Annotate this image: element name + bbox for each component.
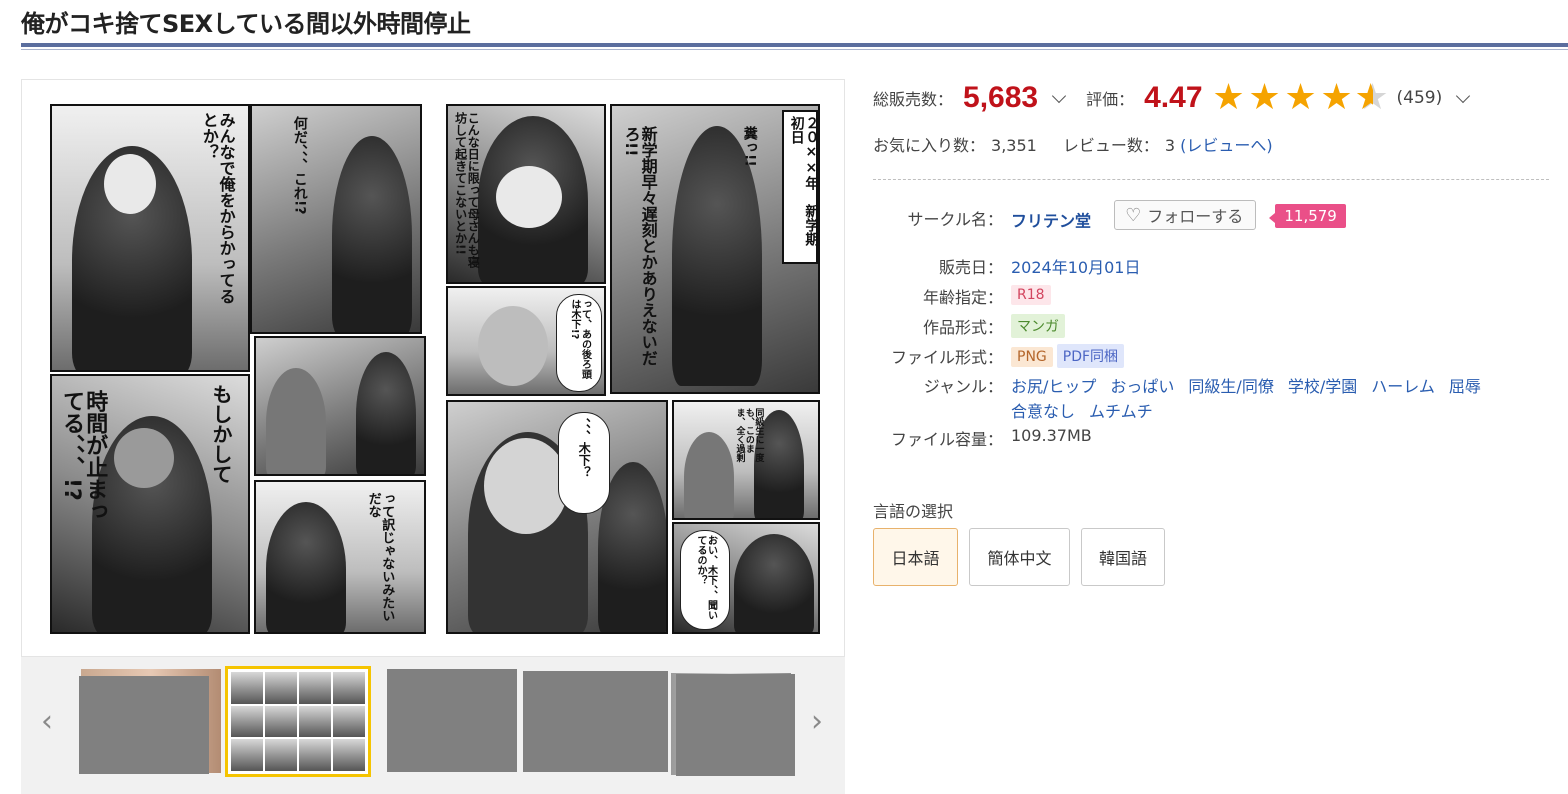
file-format-label: ファイル形式：	[890, 348, 1003, 367]
reviews-count: 3	[1164, 136, 1176, 155]
manga-text: 糞っ!!	[741, 126, 758, 167]
manga-caption: ２０××年 新学期初日	[782, 110, 818, 264]
reviews-link[interactable]: (レビューへ)	[1180, 136, 1273, 155]
manga-panel	[254, 336, 426, 476]
speech-bubble: 、、、木下？	[558, 412, 610, 514]
divider	[873, 179, 1549, 180]
follow-button[interactable]: ♡ フォローする	[1114, 200, 1257, 230]
page-title: 俺がコキ捨てSEXしている間以外時間停止	[21, 10, 471, 38]
age-label: 年齢指定：	[922, 288, 1003, 307]
manga-panel: こんな日に限って母さんも寝坊して起きてこないとか!!	[446, 104, 606, 284]
circle-row: サークル名： フリテン堂 ♡ フォローする 11,579	[873, 200, 1553, 236]
release-date-link[interactable]: 2024年10月01日	[1011, 254, 1140, 278]
manga-panel: 新学期早々遅刻とかありえないだろ!! 糞っ!! ２０××年 新学期初日	[610, 104, 820, 394]
manga-panel: 何だ、、、これ!?	[250, 104, 422, 334]
speech-bubble: おい、木下、、聞いてるのか？	[680, 530, 730, 630]
manga-text: って訳じゃないみたいだな	[365, 492, 395, 622]
file-format-row: ファイル形式： PNG PDF同梱	[873, 344, 1553, 368]
genre-link[interactable]: 合意なし	[1011, 402, 1075, 421]
manga-panel: って訳じゃないみたいだな	[254, 480, 426, 634]
genre-link[interactable]: 学校/学園	[1288, 377, 1357, 396]
thumbnail-placeholder[interactable]	[523, 671, 668, 772]
circle-name-link[interactable]: フリテン堂	[1011, 212, 1091, 231]
size-label: ファイル容量：	[890, 430, 1003, 449]
speech-bubble: って、あの後ろ頭は木下!?	[556, 294, 602, 392]
genre-label: ジャンル：	[923, 377, 1003, 396]
genre-link[interactable]: 同級生/同僚	[1188, 377, 1273, 396]
genre-link[interactable]: おっぱい	[1110, 377, 1174, 396]
file-size: 109.37MB	[1011, 426, 1092, 445]
sales-count: 5,683	[963, 81, 1039, 114]
manga-panel: 、、、木下？	[446, 400, 668, 634]
heart-icon: ♡	[1125, 204, 1142, 226]
rating-count: (459)	[1396, 88, 1443, 108]
title-divider-thin	[21, 49, 1568, 50]
rating-value: 4.47	[1144, 81, 1203, 114]
half-star-icon: ★	[1355, 80, 1391, 117]
genre-row: ジャンル： お尻/ヒップ おっぱい 同級生/同僚 学校/学園 ハーレム 屈辱合意なし ムチム…	[873, 374, 1553, 424]
language-option-korean[interactable]: 韓国語	[1081, 528, 1165, 586]
thumbnail-placeholder[interactable]	[676, 674, 795, 776]
language-option-japanese[interactable]: 日本語	[873, 528, 958, 586]
reviews-label: レビュー数：	[1062, 136, 1159, 155]
manga-panel: って、あの後ろ頭は木下!?	[446, 286, 606, 396]
genre-link[interactable]: お尻/ヒップ	[1011, 377, 1096, 396]
format-label: 作品形式：	[922, 318, 1003, 337]
favorites-label: お気に入り数：	[873, 136, 986, 155]
sales-label: 総販売数：	[873, 90, 954, 109]
main-image[interactable]: みんなで俺をからかってるとか？ 何だ、、、これ!? こんな日に限って母さんも寝坊…	[21, 79, 845, 657]
chevron-right-icon[interactable]: ›	[807, 707, 827, 737]
rating-stars: ★ ★ ★ ★ ★	[1211, 77, 1391, 118]
manga-text: 何だ、、、これ!?	[291, 116, 308, 215]
circle-label: サークル名：	[907, 210, 1003, 229]
manga-sample-page: みんなで俺をからかってるとか？ 何だ、、、これ!? こんな日に限って母さんも寝坊…	[50, 104, 820, 634]
manga-text: こんな日に限って母さんも寝坊して起きてこないとか!!	[453, 112, 481, 268]
rating-label: 評価：	[1086, 90, 1135, 109]
thumbnail-placeholder[interactable]	[387, 669, 517, 772]
language-title: 言語の選択	[873, 502, 954, 521]
manga-text: もしかして	[209, 384, 233, 484]
star-icon: ★	[1320, 77, 1353, 118]
genre-link[interactable]: ムチムチ	[1089, 402, 1153, 421]
chevron-down-icon[interactable]	[1456, 88, 1471, 104]
genre-link[interactable]: ハーレム	[1371, 377, 1435, 396]
size-row: ファイル容量： 109.37MB	[873, 426, 1553, 450]
manga-panel: おい、木下、、聞いてるのか？	[672, 522, 820, 634]
manga-text: 同級生に一度も、このまま、全く過剰	[734, 408, 764, 462]
genre-link[interactable]: 屈辱	[1449, 377, 1481, 396]
favorites-count: 3,351	[991, 136, 1037, 155]
format-row: 作品形式： マンガ	[873, 314, 1553, 338]
file-format-tag[interactable]: PNG	[1011, 347, 1053, 367]
star-icon: ★	[1284, 77, 1317, 118]
release-row: 販売日： 2024年10月01日	[873, 254, 1553, 278]
manga-text: 時間が止まってる、、、!?	[59, 390, 108, 522]
work-format-tag[interactable]: マンガ	[1011, 314, 1065, 338]
thumbnail-selected[interactable]	[225, 666, 371, 777]
star-icon: ★	[1248, 77, 1281, 118]
thumbnail-strip: ‹ ›	[21, 657, 845, 794]
manga-text: 新学期早々遅刻とかありえないだろ!!	[621, 126, 658, 366]
follow-count-badge: 11,579	[1269, 203, 1346, 228]
manga-panel: 時間が止まってる、、、!? もしかして	[50, 374, 250, 634]
manga-text: みんなで俺をからかってるとか？	[199, 112, 236, 304]
age-row: 年齢指定： R18	[873, 284, 1553, 308]
age-rating-tag[interactable]: R18	[1011, 285, 1051, 305]
title-divider	[21, 43, 1568, 47]
thumbnail-placeholder[interactable]	[79, 676, 209, 774]
file-format-tag[interactable]: PDF同梱	[1056, 344, 1125, 368]
chevron-left-icon[interactable]: ‹	[37, 707, 57, 737]
manga-panel: みんなで俺をからかってるとか？	[50, 104, 250, 372]
star-icon: ★	[1212, 77, 1245, 118]
language-option-simplified-chinese[interactable]: 簡体中文	[969, 528, 1070, 586]
manga-panel: 同級生に一度も、このまま、全く過剰	[672, 400, 820, 520]
chevron-down-icon[interactable]	[1052, 88, 1067, 104]
follow-label: フォローする	[1147, 207, 1244, 226]
release-label: 販売日：	[938, 258, 1003, 277]
